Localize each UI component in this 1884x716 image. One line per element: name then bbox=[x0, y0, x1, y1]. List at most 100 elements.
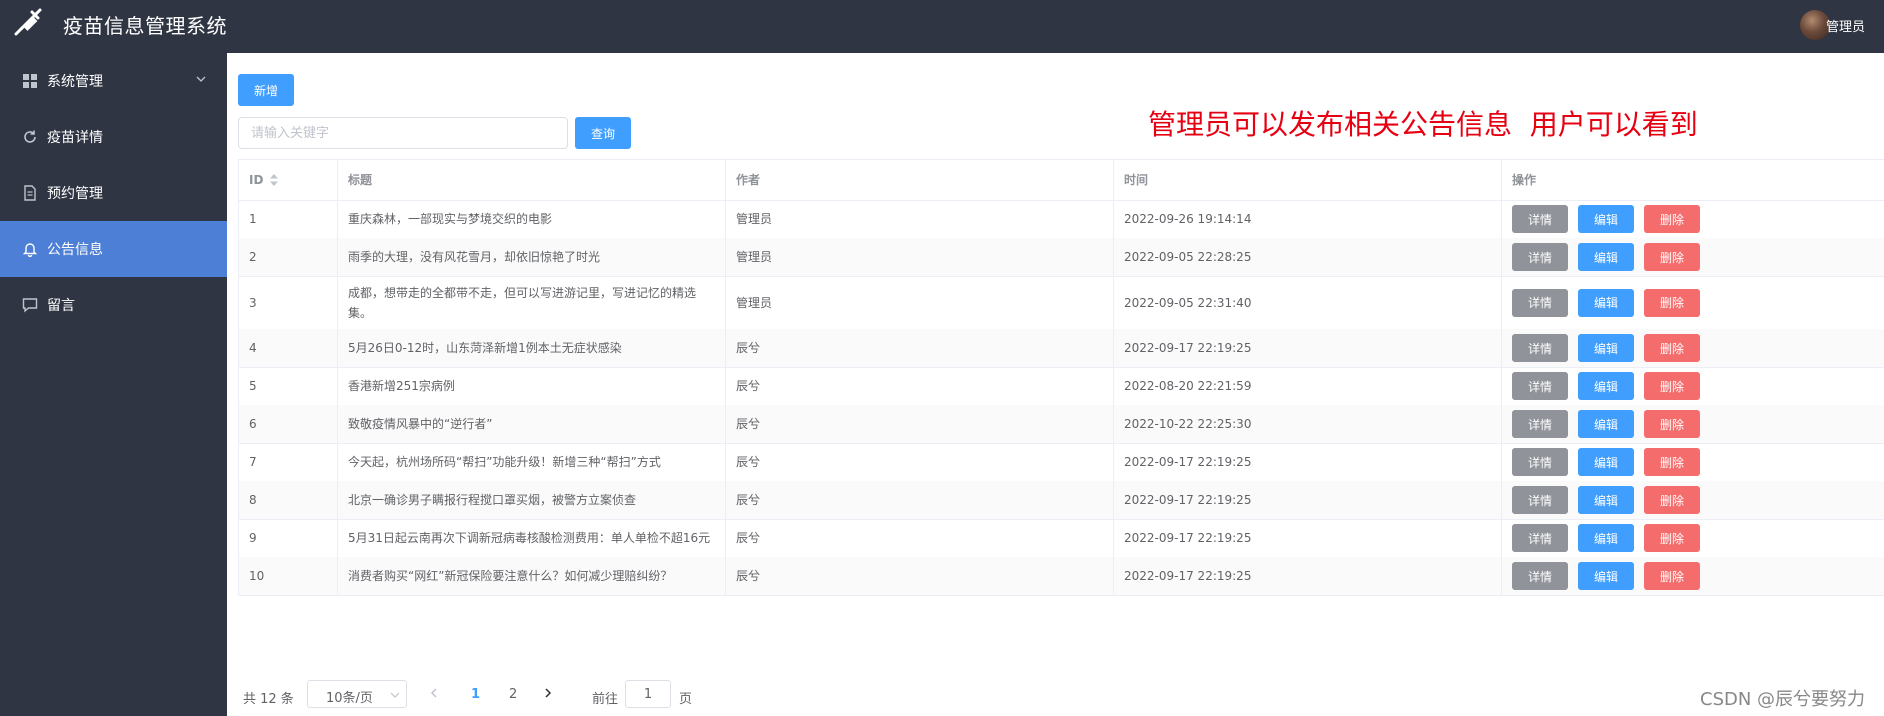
cell-title: 香港新增251宗病例 bbox=[338, 367, 726, 405]
cell-actions: 详情 编辑 删除 bbox=[1502, 367, 1884, 405]
cell-time: 2022-09-17 22:19:25 bbox=[1114, 481, 1502, 519]
delete-button[interactable]: 删除 bbox=[1644, 562, 1700, 590]
sidebar-item-system-management[interactable]: 系统管理 bbox=[0, 53, 227, 109]
sidebar: 系统管理 疫苗详情 预约管理 公告信息 留言 bbox=[0, 53, 227, 716]
detail-button[interactable]: 详情 bbox=[1512, 448, 1568, 476]
cell-id: 1 bbox=[238, 200, 338, 238]
sidebar-item-label: 系统管理 bbox=[47, 74, 103, 90]
cell-time: 2022-09-17 22:19:25 bbox=[1114, 329, 1502, 367]
sidebar-item-label: 预约管理 bbox=[47, 186, 103, 202]
detail-button[interactable]: 详情 bbox=[1512, 243, 1568, 271]
page-size-select[interactable]: 10条/页 bbox=[307, 680, 407, 708]
sort-icon[interactable] bbox=[269, 173, 279, 187]
delete-button[interactable]: 删除 bbox=[1644, 524, 1700, 552]
page-number-1[interactable]: 1 bbox=[471, 687, 480, 702]
sidebar-item-label: 疫苗详情 bbox=[47, 130, 103, 146]
page-number-2[interactable]: 2 bbox=[509, 687, 517, 702]
cell-author: 管理员 bbox=[726, 276, 1114, 329]
sidebar-item-announcements[interactable]: 公告信息 bbox=[0, 221, 227, 277]
delete-button[interactable]: 删除 bbox=[1644, 243, 1700, 271]
cell-id: 8 bbox=[238, 481, 338, 519]
query-button[interactable]: 查询 bbox=[575, 117, 631, 149]
delete-button[interactable]: 删除 bbox=[1644, 486, 1700, 514]
edit-button[interactable]: 编辑 bbox=[1578, 372, 1634, 400]
cell-author: 辰兮 bbox=[726, 329, 1114, 367]
detail-button[interactable]: 详情 bbox=[1512, 486, 1568, 514]
detail-button[interactable]: 详情 bbox=[1512, 288, 1568, 317]
delete-button[interactable]: 删除 bbox=[1644, 372, 1700, 400]
cell-author: 辰兮 bbox=[726, 367, 1114, 405]
column-header-time: 时间 bbox=[1114, 160, 1502, 200]
column-header-id[interactable]: ID bbox=[238, 160, 338, 200]
table-row: 2 雨季的大理，没有风花雪月，却依旧惊艳了时光 管理员 2022-09-05 22:2… bbox=[238, 238, 1884, 277]
edit-button[interactable]: 编辑 bbox=[1578, 243, 1634, 271]
main-content: 新增 查询 管理员可以发布相关公告信息 用户可以看到 ID 标题 作者 时间 操… bbox=[227, 53, 1884, 716]
detail-button[interactable]: 详情 bbox=[1512, 372, 1568, 400]
chevron-down-icon bbox=[390, 692, 400, 698]
detail-button[interactable]: 详情 bbox=[1512, 524, 1568, 552]
goto-page-input[interactable] bbox=[625, 680, 671, 708]
cell-title: 重庆森林，一部现实与梦境交织的电影 bbox=[338, 200, 726, 238]
annotation-text: 管理员可以发布相关公告信息 用户可以看到 bbox=[1148, 108, 1698, 141]
detail-button[interactable]: 详情 bbox=[1512, 562, 1568, 590]
goto-label: 前往 bbox=[592, 692, 619, 707]
delete-button[interactable]: 删除 bbox=[1644, 288, 1700, 317]
edit-button[interactable]: 编辑 bbox=[1578, 205, 1634, 233]
grid-icon bbox=[23, 74, 37, 88]
edit-button[interactable]: 编辑 bbox=[1578, 486, 1634, 514]
chevron-down-icon bbox=[196, 76, 206, 82]
cell-time: 2022-09-05 22:28:25 bbox=[1114, 238, 1502, 276]
add-button[interactable]: 新增 bbox=[238, 74, 294, 106]
edit-button[interactable]: 编辑 bbox=[1578, 448, 1634, 476]
table-row: 8 北京一确诊男子瞒报行程搅口罩买烟，被警方立案侦查 辰兮 2022-09-17 22… bbox=[238, 481, 1884, 520]
chat-icon bbox=[22, 298, 38, 313]
prev-page-icon[interactable] bbox=[427, 684, 441, 702]
page-size-value: 10条/页 bbox=[326, 691, 373, 706]
document-icon bbox=[24, 185, 36, 201]
cell-title: 5月31日起云南再次下调新冠病毒核酸检测费用：单人单检不超16元 bbox=[338, 519, 726, 557]
cell-actions: 详情 编辑 删除 bbox=[1502, 238, 1884, 276]
cell-time: 2022-10-22 22:25:30 bbox=[1114, 405, 1502, 443]
delete-button[interactable]: 删除 bbox=[1644, 334, 1700, 362]
sidebar-item-messages[interactable]: 留言 bbox=[0, 277, 227, 333]
table-row: 1 重庆森林，一部现实与梦境交织的电影 管理员 2022-09-26 19:14:14… bbox=[238, 200, 1884, 239]
cell-id: 3 bbox=[238, 276, 338, 329]
table-row: 7 今天起，杭州场所码“帮扫”功能升级！新增三种“帮扫”方式 辰兮 2022-09-1… bbox=[238, 443, 1884, 482]
cell-actions: 详情 编辑 删除 bbox=[1502, 405, 1884, 443]
table-row: 3 成都，想带走的全都带不走，但可以写进游记里，写进记忆的精选集。 管理员 2022-… bbox=[238, 276, 1884, 330]
cell-id: 9 bbox=[238, 519, 338, 557]
detail-button[interactable]: 详情 bbox=[1512, 205, 1568, 233]
sidebar-item-label: 公告信息 bbox=[47, 242, 103, 258]
announcements-table: ID 标题 作者 时间 操作 1 重庆森林，一部现实与梦境交织的电影 管理员 2022… bbox=[238, 159, 1884, 596]
cell-time: 2022-09-17 22:19:25 bbox=[1114, 519, 1502, 557]
sidebar-item-vaccine-details[interactable]: 疫苗详情 bbox=[0, 109, 227, 165]
cell-actions: 详情 编辑 删除 bbox=[1502, 519, 1884, 557]
delete-button[interactable]: 删除 bbox=[1644, 410, 1700, 438]
bell-icon bbox=[22, 243, 38, 257]
user-name[interactable]: 管理员 bbox=[1826, 16, 1865, 35]
edit-button[interactable]: 编辑 bbox=[1578, 334, 1634, 362]
detail-button[interactable]: 详情 bbox=[1512, 410, 1568, 438]
sidebar-item-label: 留言 bbox=[47, 298, 75, 314]
cell-id: 5 bbox=[238, 367, 338, 405]
next-page-icon[interactable] bbox=[541, 684, 555, 702]
detail-button[interactable]: 详情 bbox=[1512, 334, 1568, 362]
edit-button[interactable]: 编辑 bbox=[1578, 524, 1634, 552]
cell-id: 4 bbox=[238, 329, 338, 367]
search-input[interactable] bbox=[238, 117, 568, 149]
edit-button[interactable]: 编辑 bbox=[1578, 562, 1634, 590]
pagination-total: 共 12 条 bbox=[243, 692, 294, 707]
delete-button[interactable]: 删除 bbox=[1644, 205, 1700, 233]
cell-title: 5月26日0-12时，山东菏泽新增1例本土无症状感染 bbox=[338, 329, 726, 367]
cell-title: 消费者购买“网红”新冠保险要注意什么？如何减少理赔纠纷？ bbox=[338, 557, 726, 595]
cell-author: 辰兮 bbox=[726, 519, 1114, 557]
refresh-icon bbox=[24, 130, 36, 143]
edit-button[interactable]: 编辑 bbox=[1578, 410, 1634, 438]
cell-id: 10 bbox=[238, 557, 338, 595]
edit-button[interactable]: 编辑 bbox=[1578, 288, 1634, 317]
cell-actions: 详情 编辑 删除 bbox=[1502, 200, 1884, 238]
sidebar-item-appointment[interactable]: 预约管理 bbox=[0, 165, 227, 221]
table-row: 9 5月31日起云南再次下调新冠病毒核酸检测费用：单人单检不超16元 辰兮 2022-… bbox=[238, 519, 1884, 558]
cell-author: 辰兮 bbox=[726, 405, 1114, 443]
delete-button[interactable]: 删除 bbox=[1644, 448, 1700, 476]
